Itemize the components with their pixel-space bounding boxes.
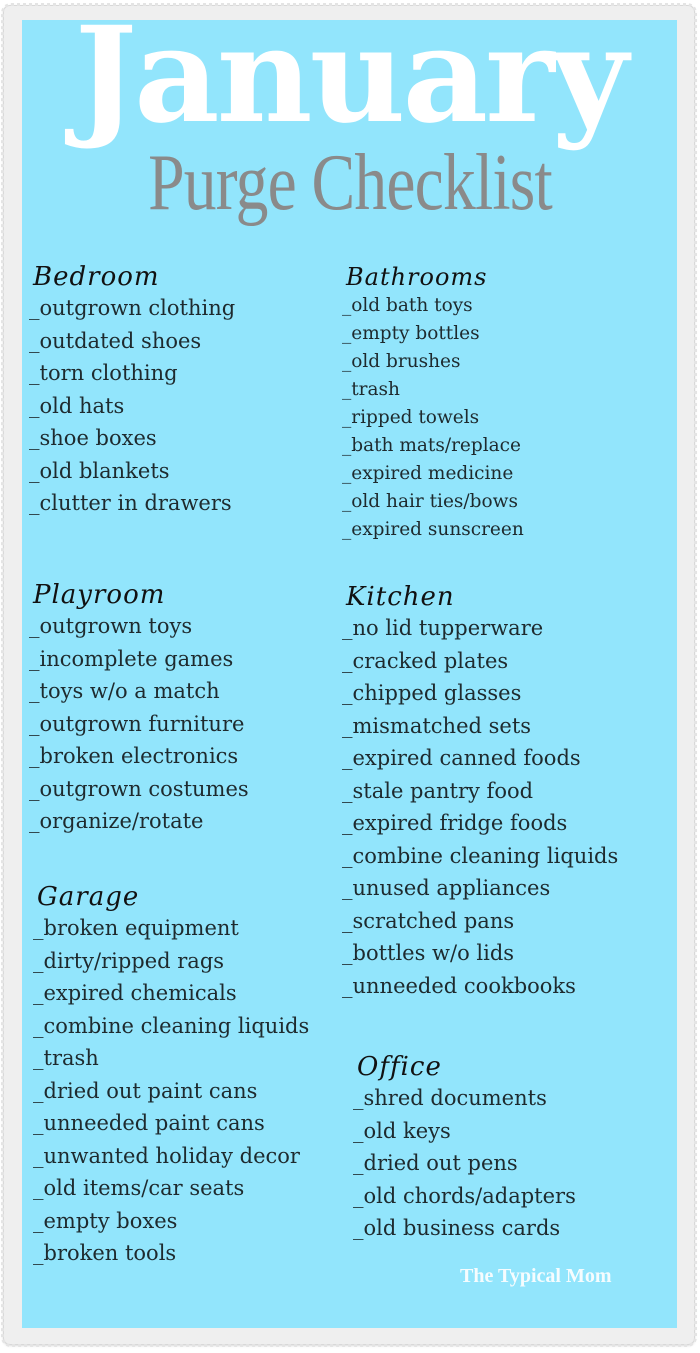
- checklist-items: _old bath toys _empty bottles _old brushes…: [342, 292, 524, 544]
- checklist-item: _mismatched sets: [342, 713, 532, 738]
- checklist-item: _organize/rotate: [29, 809, 204, 833]
- checklist-item: _old bath toys: [342, 295, 473, 316]
- checklist-item: _unused appliances: [342, 876, 551, 900]
- checklist-item: _unneeded cookbooks: [342, 973, 576, 998]
- checklist-item: _no lid tupperware: [342, 616, 544, 640]
- section-heading: Office: [357, 1052, 442, 1082]
- checklist-item: _old hats: [29, 393, 125, 418]
- checklist-item: _outgrown clothing: [29, 296, 236, 320]
- checklist-item: _expired medicine: [342, 463, 514, 484]
- checklist-item: _toys w/o a match: [29, 679, 220, 703]
- checklist-items: _no lid tupperware _cracked plates _chippe…: [342, 612, 618, 1002]
- checklist-item: _old brushes: [342, 351, 461, 372]
- checklist-item: _bottles w/o lids: [342, 941, 515, 965]
- section-bathrooms: Bathrooms _old bath toys _empty bottles _o…: [342, 262, 524, 544]
- checklist-item: _expired sunscreen: [342, 519, 524, 540]
- checklist-item: _stale pantry food: [342, 778, 534, 803]
- checklist-item: _shred documents: [353, 1086, 547, 1110]
- checklist-item: _empty bottles: [342, 323, 480, 344]
- checklist-item: _outdated shoes: [29, 328, 202, 353]
- checklist-item: _trash: [342, 379, 400, 400]
- section-office: Office _shred documents _old keys _dried o…: [353, 1052, 576, 1245]
- checklist-item: _expired chemicals: [33, 981, 237, 1005]
- checklist-item: _broken tools: [33, 1241, 177, 1265]
- checklist-item: _unwanted holiday decor: [33, 1143, 300, 1168]
- checklist-items: _broken equipment _dirty/ripped rags _expi…: [33, 912, 309, 1270]
- checklist-item: _old items/car seats: [33, 1176, 245, 1200]
- section-heading: Kitchen: [346, 582, 455, 612]
- checklist-item: _combine cleaning liquids: [33, 1013, 310, 1038]
- checklist-items: _shred documents _old keys _dried out pens…: [353, 1082, 576, 1245]
- checklist-item: _empty boxes: [33, 1208, 178, 1233]
- checklist-item: _scratched pans: [342, 908, 515, 933]
- checklist-item: _expired canned foods: [342, 746, 581, 770]
- section-heading: Playroom: [33, 580, 166, 610]
- checklist-item: _old blankets: [29, 458, 170, 483]
- section-heading: Bathrooms: [346, 263, 488, 291]
- checklist-item: _broken equipment: [33, 916, 239, 940]
- checklist-item: _dirty/ripped rags: [33, 948, 225, 973]
- checklist-item: _incomplete games: [29, 646, 234, 671]
- checklist-item: _old business cards: [353, 1216, 561, 1240]
- page-subtitle: Purge Checklist: [148, 139, 553, 227]
- checklist-item: _outgrown toys: [29, 614, 193, 638]
- section-kitchen: Kitchen _no lid tupperware _cracked plate…: [342, 582, 618, 1002]
- checklist-item: _cracked plates: [342, 648, 509, 673]
- checklist-item: _ripped towels: [342, 407, 480, 428]
- page-title: January: [74, 0, 629, 153]
- checklist-item: _clutter in drawers: [29, 491, 232, 515]
- checklist-items: _outgrown toys _incomplete games _toys w/o…: [29, 610, 249, 838]
- checklist-item: _old hair ties/bows: [342, 491, 518, 512]
- checklist-item: _outgrown furniture: [29, 711, 245, 736]
- checklist-item: _expired fridge foods: [342, 811, 568, 835]
- checklist-item: _shoe boxes: [29, 426, 157, 450]
- checklist-item: _torn clothing: [29, 361, 178, 385]
- checklist-item: _combine cleaning liquids: [342, 843, 619, 868]
- checklist-item: _old keys: [353, 1118, 451, 1143]
- section-heading: Garage: [37, 882, 140, 912]
- checklist-item: _bath mats/replace: [342, 435, 521, 456]
- checklist-items: _outgrown clothing _outdated shoes _torn c…: [29, 292, 235, 520]
- checklist-item: _broken electronics: [29, 744, 239, 768]
- section-heading: Bedroom: [33, 262, 160, 292]
- checklist-item: _old chords/adapters: [353, 1183, 576, 1208]
- section-bedroom: Bedroom _outgrown clothing _outdated shoe…: [29, 262, 235, 520]
- checklist-item: _dried out pens: [353, 1151, 518, 1175]
- checklist-item: _chipped glasses: [342, 681, 522, 705]
- watermark-text: The Typical Mom: [460, 1265, 612, 1287]
- section-garage: Garage _broken equipment _dirty/ripped ra…: [33, 882, 309, 1270]
- section-playroom: Playroom _outgrown toys _incomplete games…: [29, 580, 249, 838]
- checklist-item: _dried out paint cans: [33, 1078, 258, 1103]
- checklist-item: _trash: [33, 1046, 99, 1070]
- checklist-item: _outgrown costumes: [29, 776, 249, 801]
- checklist-item: _unneeded paint cans: [33, 1111, 265, 1135]
